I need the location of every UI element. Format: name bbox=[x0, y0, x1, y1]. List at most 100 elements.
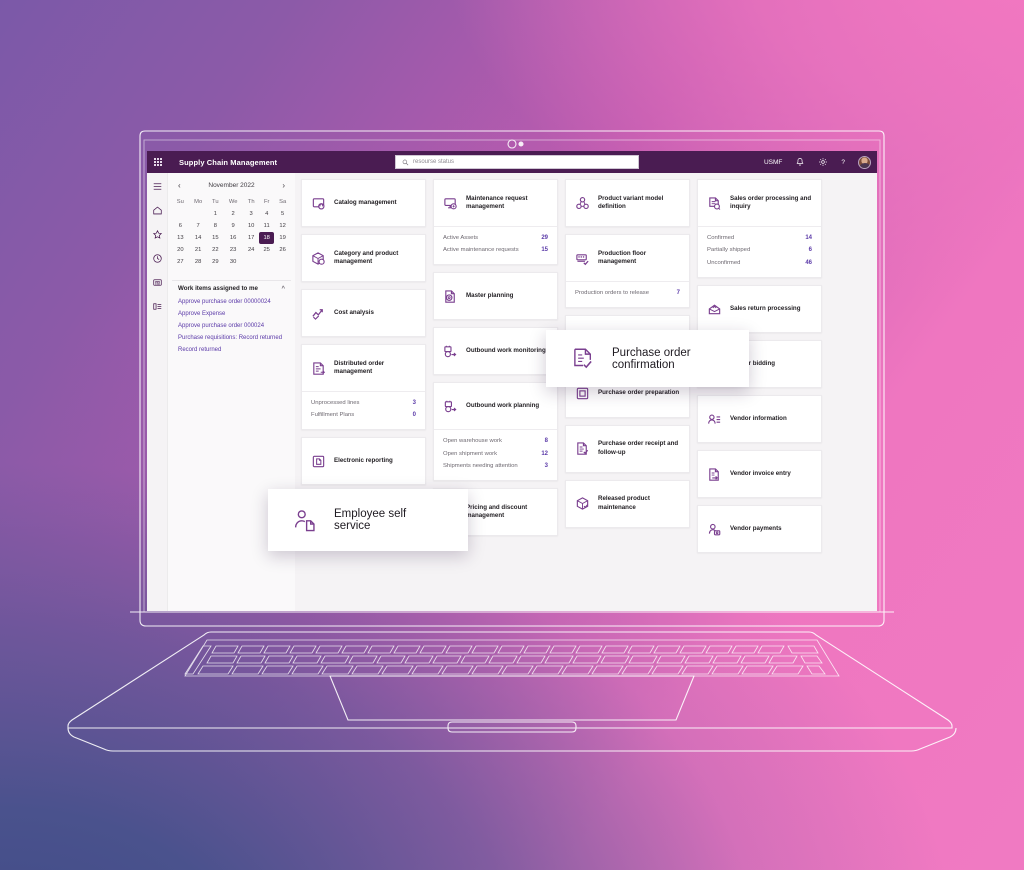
tile-kpi-row[interactable]: Production orders to release 7 bbox=[575, 287, 680, 300]
home-icon[interactable] bbox=[152, 205, 163, 216]
tile-kpi-row[interactable]: Open shipment work 12 bbox=[443, 448, 548, 461]
work-item-link[interactable]: Approve purchase order 00000024 bbox=[172, 296, 291, 308]
calendar-day[interactable]: 26 bbox=[274, 244, 291, 256]
workspace-tile[interactable]: Master planning bbox=[433, 272, 558, 321]
calendar-next-button[interactable]: › bbox=[282, 181, 285, 190]
bell-icon[interactable] bbox=[795, 157, 805, 167]
tile-header[interactable]: Sales order processing and inquiry bbox=[698, 180, 821, 226]
calendar-day[interactable]: 9 bbox=[223, 220, 243, 232]
calendar-day[interactable]: 13 bbox=[172, 232, 189, 244]
calendar-day[interactable]: 29 bbox=[208, 256, 223, 268]
tile-kpi-row[interactable]: Unprocessed lines 3 bbox=[311, 397, 416, 410]
workspace-tile[interactable]: Production floor management Production or… bbox=[565, 234, 690, 308]
search-input[interactable]: resourse status bbox=[395, 155, 639, 169]
star-icon[interactable] bbox=[152, 229, 163, 240]
calendar-day[interactable]: 25 bbox=[259, 244, 274, 256]
calendar-day[interactable]: 21 bbox=[189, 244, 208, 256]
workspace-tile[interactable]: Vendor payments bbox=[697, 505, 822, 554]
workspace-tile[interactable]: Maintenance request management Active Ass… bbox=[433, 179, 558, 266]
tile-header[interactable]: Catalog management bbox=[302, 180, 425, 226]
calendar-day[interactable]: 11 bbox=[259, 220, 274, 232]
calendar-day[interactable]: 3 bbox=[243, 208, 259, 220]
calendar-grid[interactable]: Su Mo Tu We Th Fr Sa 1 2 3 4 5 6 7 8 9 10 11 12 13 14 15 16 17… bbox=[172, 196, 291, 268]
work-item-link[interactable]: Purchase requisitions: Record returned bbox=[172, 332, 291, 344]
workspace-tile[interactable]: Outbound work planning Open warehouse wor… bbox=[433, 382, 558, 482]
callout-purchase-order-confirmation[interactable]: Purchase order confirmation bbox=[546, 330, 749, 387]
tile-kpi-row[interactable]: Partially shipped 6 bbox=[707, 245, 812, 258]
tile-header[interactable]: Product variant model definition bbox=[566, 180, 689, 226]
calendar-day[interactable]: 15 bbox=[208, 232, 223, 244]
calendar-day[interactable]: 2 bbox=[223, 208, 243, 220]
tile-header[interactable]: Outbound work monitoring bbox=[434, 328, 557, 374]
tile-header[interactable]: Maintenance request management bbox=[434, 180, 557, 226]
workspace-tile[interactable]: Product variant model definition bbox=[565, 179, 690, 227]
tile-header[interactable]: Released product maintenance bbox=[566, 481, 689, 527]
tile-header[interactable]: Production floor management bbox=[566, 235, 689, 281]
calendar-day[interactable]: 8 bbox=[208, 220, 223, 232]
avatar[interactable] bbox=[858, 155, 871, 169]
workspace-tile[interactable]: Catalog management bbox=[301, 179, 426, 227]
chevron-up-icon[interactable]: ^ bbox=[281, 286, 285, 292]
calendar-day[interactable]: 4 bbox=[259, 208, 274, 220]
workspace-tile[interactable]: Sales order processing and inquiry Confir… bbox=[697, 179, 822, 279]
workspace-tile[interactable]: Sales return processing bbox=[697, 285, 822, 334]
tile-header[interactable]: Master planning bbox=[434, 273, 557, 319]
work-item-link[interactable]: Record returned bbox=[172, 344, 291, 356]
hamburger-menu-icon[interactable] bbox=[152, 181, 163, 192]
gear-icon[interactable] bbox=[818, 157, 828, 167]
clock-icon[interactable] bbox=[152, 253, 163, 264]
calendar-day[interactable]: 28 bbox=[189, 256, 208, 268]
tile-header[interactable]: Vendor payments bbox=[698, 506, 821, 552]
calendar-day[interactable]: 7 bbox=[189, 220, 208, 232]
calendar-day[interactable]: 17 bbox=[243, 232, 259, 244]
calendar-day[interactable]: 6 bbox=[172, 220, 189, 232]
workspace-tile[interactable]: Cost analysis bbox=[301, 289, 426, 337]
calendar-day[interactable]: 24 bbox=[243, 244, 259, 256]
calendar-day[interactable]: 30 bbox=[223, 256, 243, 268]
tile-header[interactable]: Outbound work planning bbox=[434, 383, 557, 429]
calendar-day[interactable]: 18 bbox=[259, 232, 275, 244]
workspace-tile[interactable]: Outbound work monitoring bbox=[433, 327, 558, 376]
calendar-body[interactable]: 1 2 3 4 5 6 7 8 9 10 11 12 13 14 15 16 17 18 19 20 21 22 23 24 2… bbox=[172, 208, 291, 268]
tile-header[interactable]: Electronic reporting bbox=[302, 438, 425, 484]
waffle-grid-icon[interactable] bbox=[147, 151, 169, 173]
help-button[interactable]: ? bbox=[841, 159, 845, 166]
workspace-tile[interactable]: Vendor information bbox=[697, 395, 822, 444]
calendar-day[interactable]: 1 bbox=[208, 208, 223, 220]
tile-header[interactable]: Vendor information bbox=[698, 396, 821, 442]
modules-icon[interactable] bbox=[152, 277, 163, 288]
tile-header[interactable]: Cost analysis bbox=[302, 290, 425, 336]
workspace-tile[interactable]: Purchase order receipt and follow-up bbox=[565, 424, 690, 473]
workspaces-icon[interactable] bbox=[152, 301, 163, 312]
tile-header[interactable]: Sales return processing bbox=[698, 286, 821, 332]
calendar-day[interactable]: 14 bbox=[189, 232, 208, 244]
callout-employee-self-service[interactable]: Employee self service bbox=[268, 489, 468, 551]
calendar-day[interactable]: 23 bbox=[223, 244, 243, 256]
calendar-day[interactable]: 22 bbox=[208, 244, 223, 256]
work-item-link[interactable]: Approve purchase order 000024 bbox=[172, 320, 291, 332]
calendar-day[interactable]: 19 bbox=[274, 232, 291, 244]
workspace-tile[interactable]: Vendor invoice entry bbox=[697, 450, 822, 499]
tile-header[interactable]: Distributed order management bbox=[302, 345, 425, 391]
tile-header[interactable]: Vendor invoice entry bbox=[698, 451, 821, 497]
tile-header[interactable]: Category and product management bbox=[302, 235, 425, 281]
tile-kpi-row[interactable]: Fulfillment Plans 0 bbox=[311, 410, 416, 423]
workspace-tile[interactable]: Electronic reporting bbox=[301, 437, 426, 486]
tile-kpi-row[interactable]: Open warehouse work 8 bbox=[443, 435, 548, 448]
company-label[interactable]: USMF bbox=[764, 159, 782, 166]
tile-kpi-row[interactable]: Active maintenance requests 15 bbox=[443, 245, 548, 258]
calendar-day[interactable]: 5 bbox=[274, 208, 291, 220]
calendar-prev-button[interactable]: ‹ bbox=[178, 181, 181, 190]
workspace-tile[interactable]: Category and product management bbox=[301, 234, 426, 282]
workspace-tile[interactable]: Distributed order management Unprocessed … bbox=[301, 344, 426, 431]
tile-header[interactable]: Purchase order receipt and follow-up bbox=[566, 426, 689, 472]
calendar-day[interactable]: 27 bbox=[172, 256, 189, 268]
work-items-header[interactable]: Work items assigned to me ^ bbox=[172, 280, 291, 296]
tile-kpi-row[interactable]: Shipments needing attention 3 bbox=[443, 461, 548, 474]
calendar-day[interactable]: 10 bbox=[243, 220, 259, 232]
calendar-day[interactable]: 20 bbox=[172, 244, 189, 256]
calendar-day[interactable]: 16 bbox=[223, 232, 243, 244]
calendar-day[interactable]: 12 bbox=[274, 220, 291, 232]
tile-kpi-row[interactable]: Confirmed 14 bbox=[707, 232, 812, 245]
tile-kpi-row[interactable]: Active Assets 29 bbox=[443, 232, 548, 245]
